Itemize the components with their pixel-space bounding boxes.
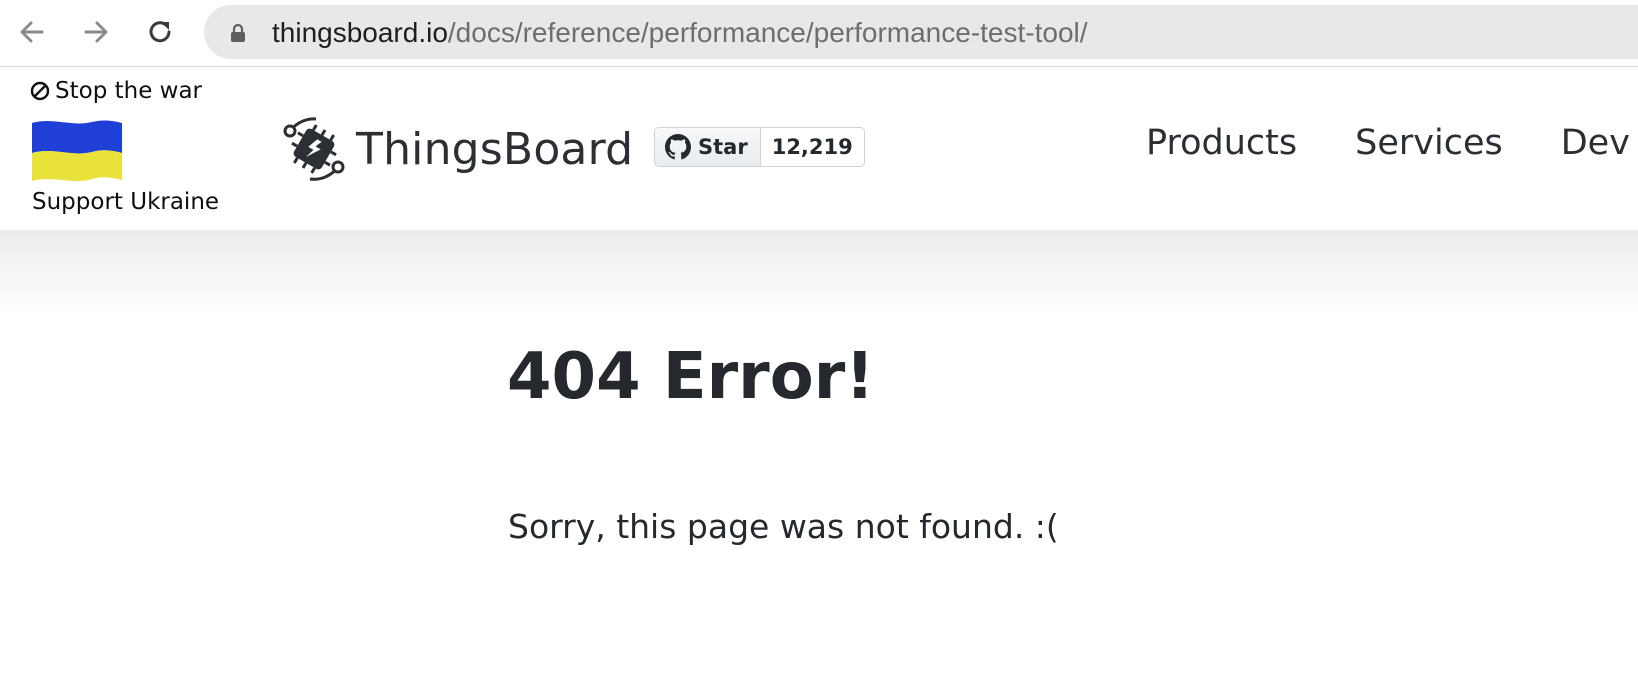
github-icon (665, 134, 691, 160)
github-star-button[interactable]: Star (655, 128, 761, 166)
forward-button[interactable] (78, 14, 114, 50)
reload-button[interactable] (142, 14, 178, 50)
main-nav: Products Services Dev (1146, 123, 1630, 163)
header-shadow (0, 230, 1638, 315)
thingsboard-logo[interactable]: ThingsBoard (278, 113, 633, 185)
url-path: /docs/reference/performance/performance-… (447, 17, 1088, 48)
error-message: Sorry, this page was not found. :( (508, 507, 1059, 546)
lock-icon (231, 23, 245, 42)
ban-icon (30, 81, 50, 101)
back-arrow-icon (20, 21, 44, 43)
page-title: 404 Error! (507, 340, 875, 414)
address-bar[interactable]: thingsboard.io/docs/reference/performanc… (204, 5, 1638, 59)
site-header: Stop the war Support Ukraine ThingsBoard… (0, 67, 1638, 230)
forward-arrow-icon (84, 21, 108, 43)
stop-the-war-label: Stop the war (55, 78, 203, 104)
logo-text: ThingsBoard (356, 123, 634, 175)
reload-icon (149, 21, 171, 43)
github-star-widget: Star 12,219 (654, 127, 865, 167)
support-ukraine-link[interactable]: Support Ukraine (32, 189, 219, 215)
github-star-count[interactable]: 12,219 (760, 128, 864, 166)
github-star-label: Star (698, 135, 748, 159)
ukraine-flag[interactable] (32, 119, 122, 183)
nav-dev[interactable]: Dev (1561, 123, 1630, 163)
nav-products[interactable]: Products (1146, 123, 1297, 163)
thingsboard-logo-icon (283, 117, 345, 181)
browser-toolbar: thingsboard.io/docs/reference/performanc… (0, 0, 1638, 67)
url-text: thingsboard.io/docs/reference/performanc… (272, 17, 1088, 49)
nav-services[interactable]: Services (1355, 123, 1503, 163)
back-button[interactable] (14, 14, 50, 50)
url-domain: thingsboard.io (272, 17, 448, 48)
stop-the-war-link[interactable]: Stop the war (30, 78, 202, 104)
